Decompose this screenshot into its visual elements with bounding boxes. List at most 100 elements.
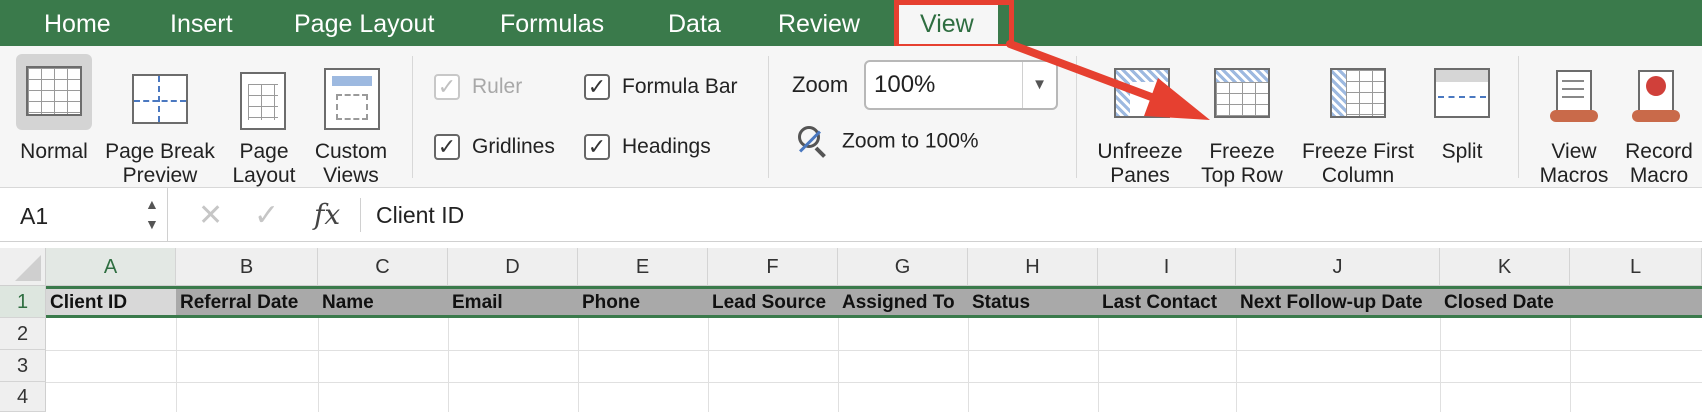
formula-input[interactable]: Client ID: [376, 202, 464, 229]
record-macro-icon: [1630, 68, 1682, 126]
tab-insert[interactable]: Insert: [170, 6, 233, 42]
column-header-l[interactable]: L: [1570, 248, 1702, 286]
unfreeze-panes-button[interactable]: Unfreeze Panes: [1090, 54, 1190, 187]
freeze-top-row-button[interactable]: Freeze Top Row: [1194, 54, 1290, 187]
ruler-checkbox[interactable]: ✓ Ruler: [434, 72, 522, 102]
zoom-value: 100%: [874, 71, 936, 98]
freeze-top-row-label-2: Top Row: [1201, 164, 1283, 187]
page-break-preview-icon: [132, 74, 188, 124]
headings-checkbox[interactable]: ✓ Headings: [584, 132, 711, 162]
gridline: [176, 318, 177, 412]
row-header-3[interactable]: 3: [0, 350, 46, 382]
gridline: [708, 318, 709, 412]
page-layout-label-1: Page: [239, 140, 289, 163]
insert-function-icon[interactable]: fx: [314, 198, 340, 231]
cell-k1[interactable]: Closed Date: [1440, 289, 1570, 315]
column-header-e[interactable]: E: [578, 248, 708, 286]
select-all-corner[interactable]: [0, 248, 46, 286]
cell-f1[interactable]: Lead Source: [708, 289, 838, 315]
magnifier-icon: [796, 126, 828, 158]
tab-review[interactable]: Review: [778, 6, 860, 42]
gridline: [968, 318, 969, 412]
worksheet-grid: A B C D E F G H I J K L 1 2 3 4 Client I…: [0, 248, 1702, 412]
view-macros-label-2: Macros: [1539, 164, 1609, 187]
cell-l1[interactable]: [1570, 289, 1702, 315]
zoom-to-100-label: Zoom to 100%: [842, 129, 979, 153]
formula-bar-checkbox[interactable]: ✓ Formula Bar: [584, 72, 738, 102]
column-header-i[interactable]: I: [1098, 248, 1236, 286]
cancel-icon[interactable]: ✕: [198, 198, 223, 233]
column-header-b[interactable]: B: [176, 248, 318, 286]
cell-h1[interactable]: Status: [968, 289, 1098, 315]
tab-home[interactable]: Home: [44, 6, 111, 42]
page-break-preview-label-2: Preview: [122, 164, 198, 187]
gridline: [46, 350, 1702, 351]
cell-i1[interactable]: Last Contact: [1098, 289, 1236, 315]
name-box-spinner-icon[interactable]: ▲ ▼: [145, 194, 159, 234]
custom-views-label-2: Views: [323, 164, 379, 187]
cell-j1[interactable]: Next Follow-up Date: [1236, 289, 1440, 315]
row-header-4[interactable]: 4: [0, 382, 46, 412]
split-button[interactable]: Split: [1424, 54, 1500, 184]
view-macros-button[interactable]: View Macros: [1532, 54, 1616, 187]
tab-data[interactable]: Data: [668, 6, 721, 42]
gridlines-label: Gridlines: [472, 135, 555, 158]
split-icon: [1434, 68, 1490, 118]
column-header-g[interactable]: G: [838, 248, 968, 286]
cell-g1[interactable]: Assigned To: [838, 289, 968, 315]
formula-bar-label: Formula Bar: [622, 75, 738, 98]
name-box[interactable]: A1 ▲ ▼: [0, 188, 168, 242]
page-layout-view-icon: [240, 72, 286, 130]
ribbon-divider: [1076, 56, 1077, 178]
cell-b1[interactable]: Referral Date: [176, 289, 318, 315]
column-header-d[interactable]: D: [448, 248, 578, 286]
zoom-dropdown[interactable]: 100% ▼: [864, 60, 1058, 110]
freeze-first-column-button[interactable]: Freeze First Column: [1294, 54, 1422, 187]
split-label: Split: [1441, 140, 1483, 163]
unfreeze-panes-label-2: Panes: [1110, 164, 1170, 187]
view-tab-highlight-annotation: [894, 0, 1014, 49]
freeze-top-row-label-1: Freeze: [1209, 140, 1275, 163]
record-macro-button[interactable]: Record Macro: [1616, 54, 1702, 187]
chevron-down-icon[interactable]: ▼: [1022, 62, 1056, 108]
normal-view-label: Normal: [20, 140, 88, 163]
zoom-to-100-button[interactable]: Zoom to 100%: [796, 126, 979, 158]
row-header-2[interactable]: 2: [0, 318, 46, 350]
enter-check-icon[interactable]: ✓: [254, 198, 279, 233]
page-layout-view-button[interactable]: Page Layout: [224, 54, 304, 187]
freeze-first-column-label-1: Freeze First: [1301, 140, 1414, 163]
gridline: [46, 382, 1702, 383]
normal-view-icon: [26, 66, 82, 116]
ribbon-tab-bar: Home Insert Page Layout Formulas Data Re…: [0, 0, 1702, 46]
gridline: [448, 318, 449, 412]
freeze-top-row-icon: [1214, 68, 1270, 118]
column-header-c[interactable]: C: [318, 248, 448, 286]
scroll-icon: [1548, 68, 1600, 126]
ruler-check-icon: ✓: [434, 74, 460, 101]
record-macro-label-1: Record: [1625, 140, 1693, 163]
gridlines-checkbox[interactable]: ✓ Gridlines: [434, 132, 555, 162]
ribbon-divider: [1518, 56, 1519, 178]
column-header-k[interactable]: K: [1440, 248, 1570, 286]
row-header-1[interactable]: 1: [0, 286, 46, 318]
gridline: [1236, 318, 1237, 412]
cell-c1[interactable]: Name: [318, 289, 448, 315]
unfreeze-panes-icon: [1114, 68, 1170, 118]
tab-page-layout[interactable]: Page Layout: [294, 6, 434, 42]
cell-a1[interactable]: Client ID: [46, 289, 176, 315]
formula-bar-check-icon: ✓: [584, 74, 610, 101]
column-header-j[interactable]: J: [1236, 248, 1440, 286]
page-break-preview-label-1: Page Break: [105, 140, 215, 163]
page-break-preview-button[interactable]: Page Break Preview: [102, 54, 218, 187]
column-header-f[interactable]: F: [708, 248, 838, 286]
gridlines-check-icon: ✓: [434, 134, 460, 161]
tab-formulas[interactable]: Formulas: [500, 6, 604, 42]
gridline: [1098, 318, 1099, 412]
normal-view-button[interactable]: Normal: [12, 54, 96, 178]
custom-views-button[interactable]: Custom Views: [306, 54, 396, 187]
cell-e1[interactable]: Phone: [578, 289, 708, 315]
column-header-h[interactable]: H: [968, 248, 1098, 286]
cell-d1[interactable]: Email: [448, 289, 578, 315]
column-header-a[interactable]: A: [46, 248, 176, 286]
gridline: [318, 318, 319, 412]
